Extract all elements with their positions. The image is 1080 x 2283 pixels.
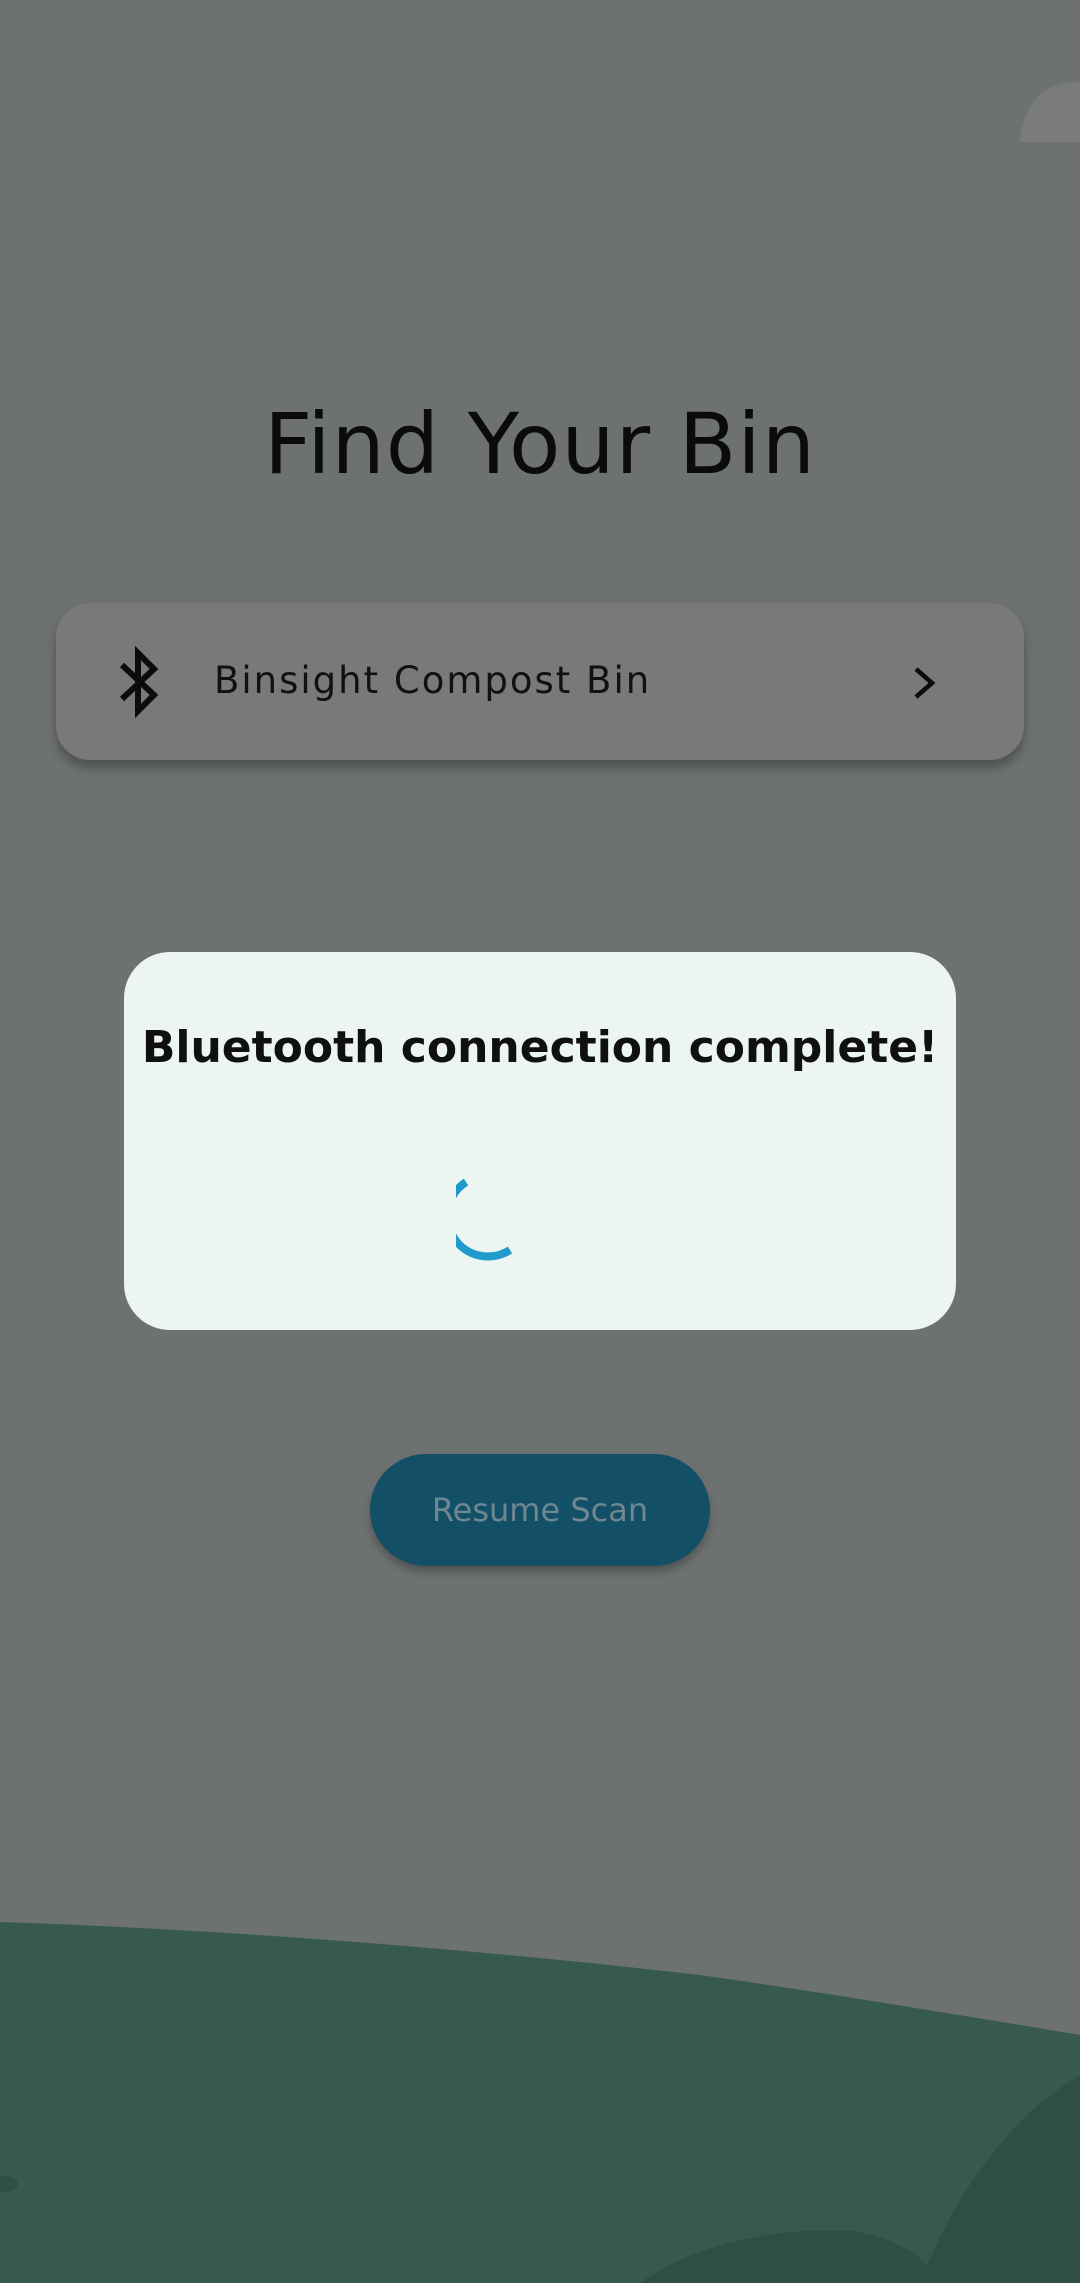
dialog-title: Bluetooth connection complete! xyxy=(141,1022,939,1073)
device-name: Binsight Compost Bin xyxy=(214,659,652,702)
bluetooth-icon xyxy=(119,645,159,719)
loading-spinner-icon xyxy=(456,1178,513,1261)
connection-dialog: Bluetooth connection complete! xyxy=(124,952,956,1330)
device-list-item[interactable]: Binsight Compost Bin xyxy=(56,603,1024,760)
resume-scan-button[interactable]: Resume Scan xyxy=(370,1454,710,1566)
page-title: Find Your Bin xyxy=(263,395,817,493)
chevron-right-icon xyxy=(914,667,936,699)
